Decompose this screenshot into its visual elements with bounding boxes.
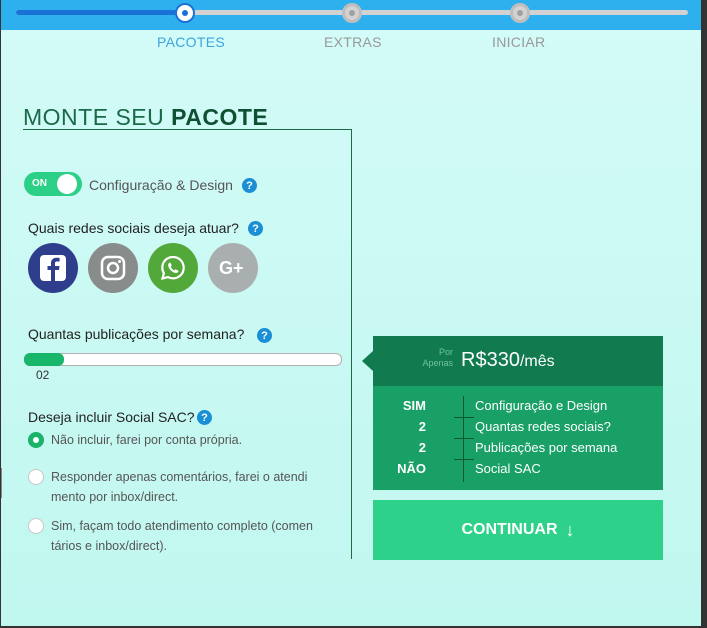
social-question: Quais redes sociais deseja atuar? [28,220,239,236]
summary-tick [454,438,474,439]
step-label-pacotes[interactable]: PACOTES [157,34,225,50]
toggle-knob [57,174,77,194]
step-dot-iniciar[interactable] [510,3,530,23]
summary-label: Configuração e Design [475,398,608,413]
design-help-icon[interactable]: ? [242,178,257,193]
publications-question: Quantas publicações por semana? [28,326,245,342]
social-help-icon[interactable]: ? [248,221,263,236]
price-prefix-line2: Apenas [422,358,453,368]
sac-question: Deseja incluir Social SAC? [28,409,195,425]
continue-button-label: CONTINUAR [461,521,558,538]
summary-tick [454,417,474,418]
continue-button[interactable]: CONTINUAR ↓ [373,500,663,560]
title-underline [23,129,351,130]
sac-option-label: Não incluir, farei por conta própria. [51,433,243,447]
page-title-emphasis: PACOTE [171,104,269,130]
radio-button[interactable] [28,469,44,485]
page-title: MONTE SEU PACOTE [23,104,268,131]
radio-button-selected[interactable] [28,432,44,448]
summary-row: NÃO Social SAC [373,461,663,481]
step-dot-pacotes[interactable] [175,3,195,23]
price-value: R$330 [461,349,520,371]
arrow-down-icon: ↓ [565,519,575,540]
summary-row: 2 Publicações por semana [373,440,663,460]
summary-tick [454,459,474,460]
summary-label: Social SAC [475,461,541,476]
summary-row: 2 Quantas redes sociais? [373,419,663,439]
price-period: /mês [519,353,555,370]
publications-slider-track[interactable] [24,353,342,366]
summary-row: SIM Configuração e Design [373,398,663,418]
summary-value: NÃO [397,461,426,476]
page-title-prefix: MONTE SEU [23,104,165,130]
publications-value: 02 [36,368,50,382]
sac-help-icon[interactable]: ? [197,410,212,425]
price-prefix-line1: Por [438,347,453,357]
instagram-icon[interactable] [88,243,138,293]
summary-label: Quantas redes sociais? [475,419,611,434]
design-toggle-label: Configuração & Design [89,177,233,193]
summary-value: 2 [418,419,426,434]
design-toggle[interactable]: ON [24,172,82,196]
publications-help-icon[interactable]: ? [257,328,272,343]
facebook-icon[interactable] [28,243,78,293]
package-builder-panel: PACOTES EXTRAS INICIAR MONTE SEU PACOTE … [1,0,701,626]
radio-button[interactable] [28,518,44,534]
summary-value: 2 [418,440,426,455]
whatsapp-icon[interactable] [148,243,198,293]
step-dot-extras[interactable] [342,3,362,23]
price-prefix: Por Apenas [397,347,453,369]
price-amount: R$330/mês [461,349,555,372]
scroll-edge [1,468,2,498]
step-label-extras[interactable]: EXTRAS [324,34,382,50]
toggle-state-label: ON [32,178,47,189]
price-pointer [362,351,373,371]
summary-value: SIM [402,398,426,413]
package-summary: SIM Configuração e Design 2 Quantas rede… [373,386,663,490]
publications-slider-handle[interactable] [24,353,64,366]
progress-track-fill [16,10,186,15]
summary-label: Publicações por semana [475,440,618,455]
step-label-iniciar[interactable]: INICIAR [492,34,545,50]
google-plus-icon[interactable]: G+ [208,243,258,293]
svg-text:G+: G+ [219,258,244,278]
summary-divider [463,396,464,482]
sac-option-label: Sim, façam todo atendimento completo (co… [51,519,313,553]
sac-option-label: Responder apenas comentários, farei o at… [51,470,308,504]
